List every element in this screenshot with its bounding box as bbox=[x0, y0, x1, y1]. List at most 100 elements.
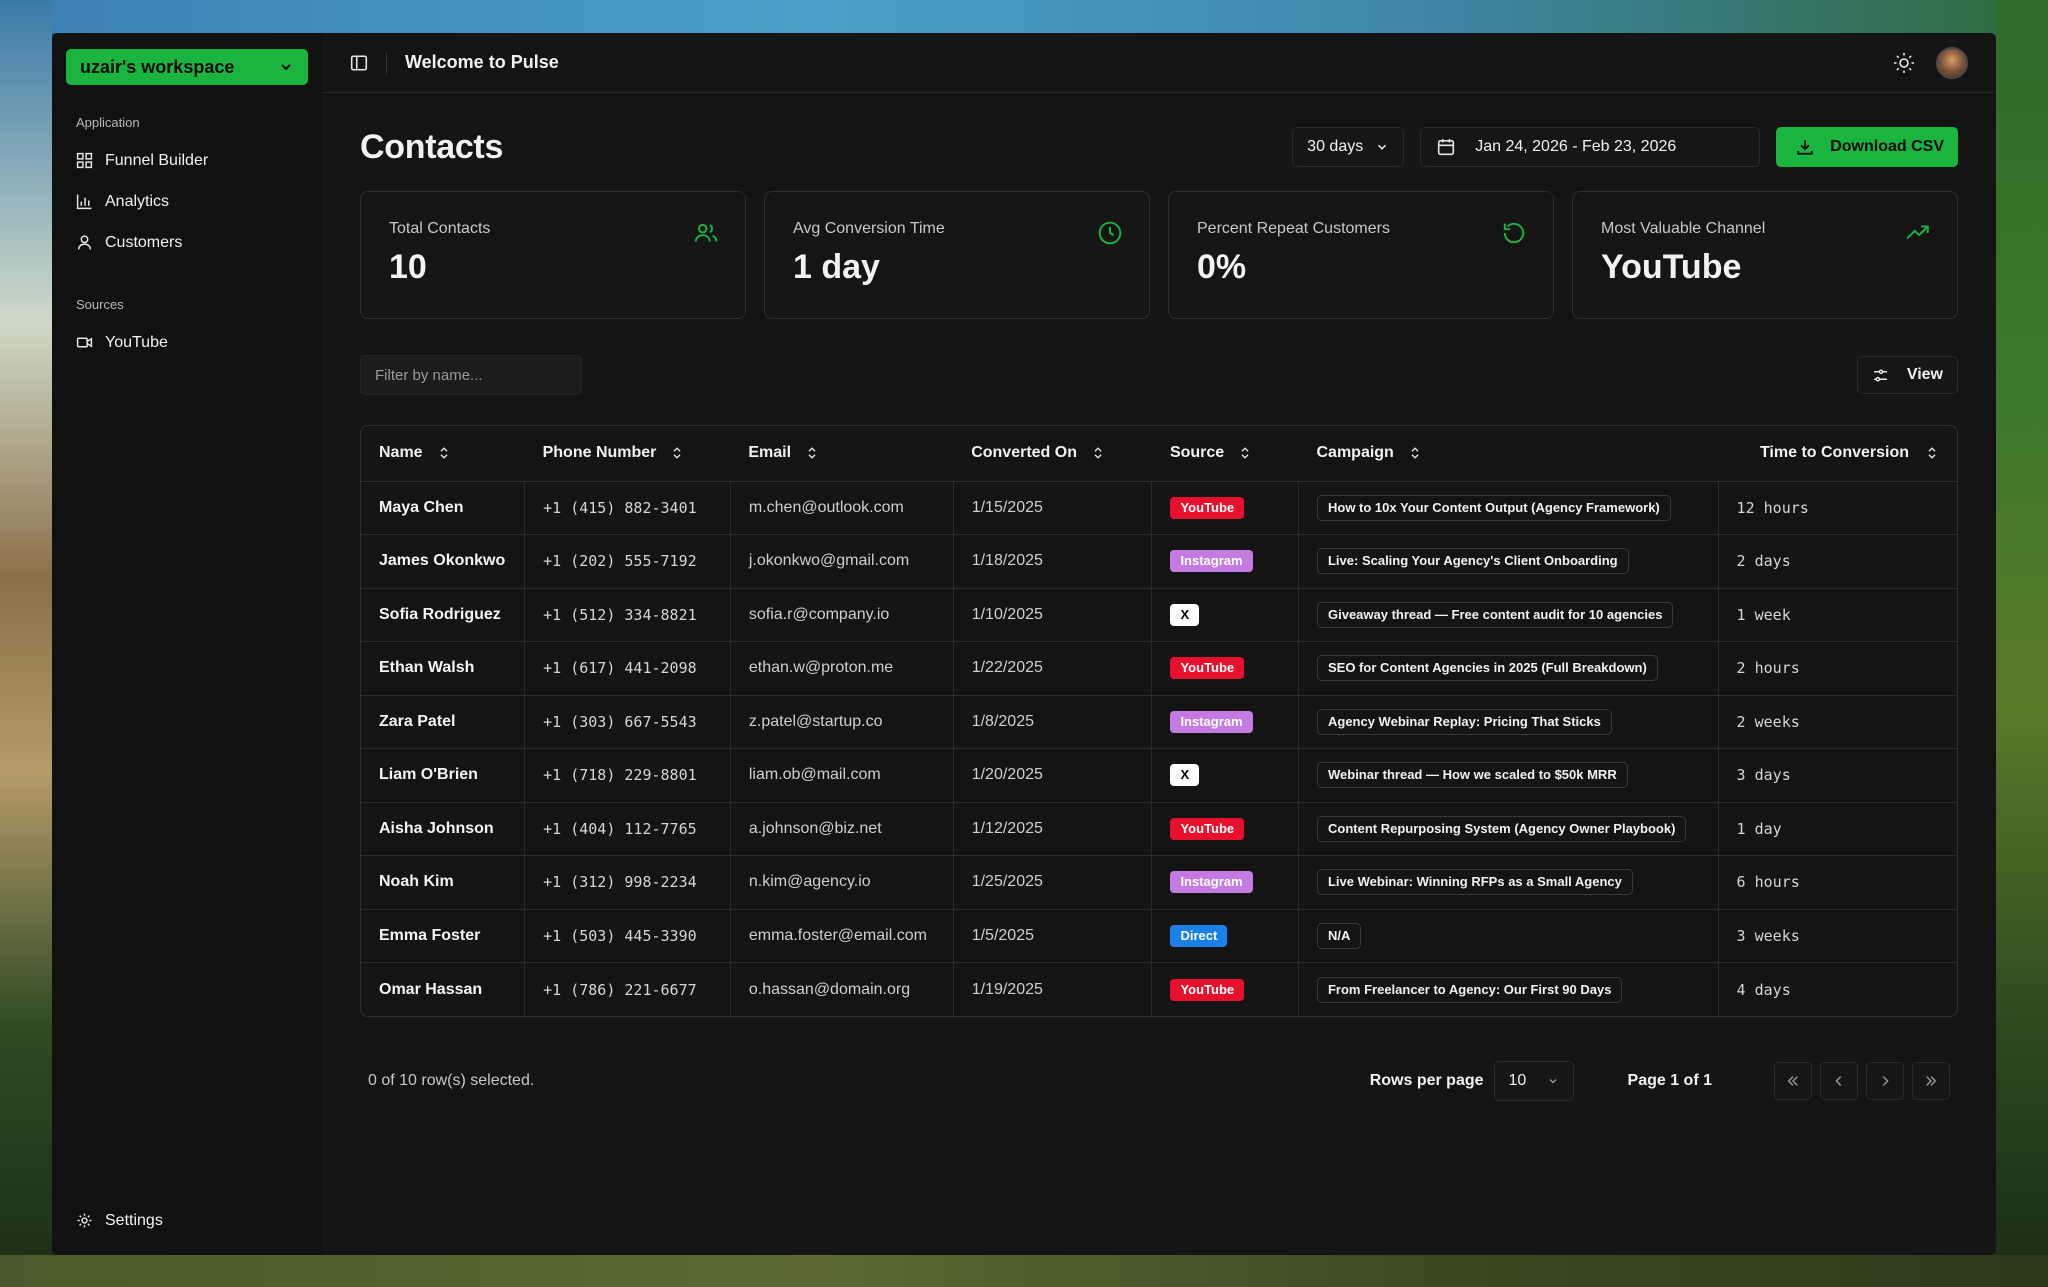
cell-campaign: Live: Scaling Your Agency's Client Onboa… bbox=[1298, 534, 1719, 588]
chevron-down-icon bbox=[281, 64, 291, 71]
sidebar-item-label: Funnel Builder bbox=[105, 151, 209, 169]
chevron-down-icon bbox=[1549, 1079, 1556, 1084]
table-row[interactable]: Liam O'Brien +1 (718) 229-8801 liam.ob@mai… bbox=[361, 748, 1957, 802]
source-badge: Direct bbox=[1170, 924, 1228, 947]
trending-up-icon bbox=[1906, 225, 1929, 240]
campaign-tag: Agency Webinar Replay: Pricing That Stic… bbox=[1316, 708, 1612, 735]
bar-chart-icon bbox=[76, 194, 92, 210]
cell-name: Ethan Walsh bbox=[361, 641, 526, 695]
cell-name: Noah Kim bbox=[361, 855, 526, 909]
cell-campaign: Agency Webinar Replay: Pricing That Stic… bbox=[1298, 694, 1719, 749]
source-badge: YouTube bbox=[1170, 657, 1245, 680]
cell-name: Sofia Rodriguez bbox=[361, 587, 526, 642]
column-header[interactable]: Name bbox=[361, 426, 525, 482]
avatar[interactable] bbox=[1936, 46, 1968, 79]
rows-per-page-select[interactable]: 10 bbox=[1493, 1061, 1574, 1101]
page-indicator: Page 1 of 1 bbox=[1627, 1072, 1712, 1089]
column-header[interactable]: Campaign bbox=[1298, 426, 1719, 482]
table-row[interactable]: Zara Patel +1 (303) 667-5543 z.patel@start… bbox=[361, 694, 1957, 749]
first-page-button[interactable] bbox=[1774, 1062, 1812, 1100]
cell-email: o.hassan@domain.org bbox=[730, 962, 954, 1016]
column-header[interactable]: Phone Number bbox=[524, 426, 731, 482]
campaign-tag: Live: Scaling Your Agency's Client Onboa… bbox=[1316, 548, 1629, 575]
source-badge: Instagram bbox=[1170, 550, 1253, 573]
range-value: 30 days bbox=[1307, 138, 1364, 155]
cell-time-to-conversion: 2 days bbox=[1718, 534, 1957, 588]
download-csv-button[interactable]: Download CSV bbox=[1776, 127, 1958, 167]
video-icon bbox=[76, 337, 93, 348]
campaign-tag: How to 10x Your Content Output (Agency F… bbox=[1316, 494, 1671, 521]
cell-campaign: N/A bbox=[1298, 908, 1719, 963]
cell-campaign: Content Repurposing System (Agency Owner… bbox=[1298, 801, 1719, 856]
column-header[interactable]: Time to Conversion bbox=[1718, 426, 1957, 482]
column-header-label: Campaign bbox=[1316, 444, 1394, 462]
stat-card-total-contacts: Total Contacts 10 bbox=[360, 191, 746, 319]
cell-email: z.patel@startup.co bbox=[730, 694, 954, 749]
chevron-down-icon bbox=[1378, 144, 1387, 150]
cell-converted-on: 1/25/2025 bbox=[953, 855, 1153, 909]
table-row[interactable]: Emma Foster +1 (503) 445-3390 emma.foster@… bbox=[361, 908, 1957, 963]
cell-converted-on: 1/8/2025 bbox=[953, 694, 1153, 749]
cell-time-to-conversion: 1 week bbox=[1718, 587, 1957, 642]
application-group-label: Application bbox=[76, 115, 140, 130]
cell-converted-on: 1/12/2025 bbox=[953, 801, 1153, 856]
table-row[interactable]: James Okonkwo +1 (202) 555-7192 j.okonkwo@… bbox=[361, 534, 1957, 588]
chevron-right-icon bbox=[1882, 1076, 1889, 1086]
table-row[interactable]: Noah Kim +1 (312) 998-2234 n.kim@agency.io… bbox=[361, 855, 1957, 909]
cell-source: X bbox=[1151, 587, 1299, 642]
sun-icon[interactable] bbox=[1892, 51, 1916, 75]
cell-phone: +1 (404) 112-7765 bbox=[524, 801, 731, 856]
table-row[interactable]: Sofia Rodriguez +1 (512) 334-8821 sofia.r@… bbox=[361, 587, 1957, 642]
clock-icon bbox=[1098, 221, 1122, 245]
campaign-tag: Content Repurposing System (Agency Owner… bbox=[1316, 815, 1687, 842]
desktop-wallpaper-bottom bbox=[0, 1255, 2048, 1287]
cell-converted-on: 1/20/2025 bbox=[953, 748, 1153, 802]
range-select[interactable]: 30 days bbox=[1292, 127, 1405, 167]
stat-label: Total Contacts bbox=[389, 220, 491, 237]
source-badge: YouTube bbox=[1170, 978, 1245, 1001]
last-page-button[interactable] bbox=[1912, 1062, 1950, 1100]
cell-source: YouTube bbox=[1151, 641, 1299, 695]
cell-source: Instagram bbox=[1151, 694, 1299, 749]
cell-email: liam.ob@mail.com bbox=[730, 748, 954, 802]
table-row[interactable]: Ethan Walsh +1 (617) 441-2098 ethan.w@prot… bbox=[361, 641, 1957, 695]
filter-by-name-input[interactable] bbox=[360, 355, 582, 395]
cell-campaign: Giveaway thread — Free content audit for… bbox=[1298, 587, 1719, 642]
pagination: Rows per page 10 Page 1 of 1 bbox=[1370, 1061, 1950, 1101]
cell-time-to-conversion: 1 day bbox=[1718, 801, 1957, 856]
view-options-button[interactable]: View bbox=[1856, 356, 1958, 394]
content: Contacts 30 days Jan 24, 2026 - Feb 23, … bbox=[322, 93, 1996, 1101]
sidebar-item-youtube[interactable]: YouTube bbox=[66, 322, 308, 363]
cell-campaign: Live Webinar: Winning RFPs as a Small Ag… bbox=[1298, 855, 1719, 909]
stats-row: Total Contacts 10 Avg Conversion Time 1 … bbox=[360, 191, 1958, 319]
sidebar-toggle-icon[interactable] bbox=[350, 54, 368, 72]
table-row[interactable]: Omar Hassan +1 (786) 221-6677 o.hassan@dom… bbox=[361, 962, 1957, 1016]
column-header[interactable]: Email bbox=[730, 426, 954, 482]
cell-name: Liam O'Brien bbox=[361, 748, 526, 802]
sidebar-item-settings[interactable]: Settings bbox=[66, 1200, 308, 1241]
cell-time-to-conversion: 12 hours bbox=[1736, 498, 1809, 517]
date-range-picker[interactable]: Jan 24, 2026 - Feb 23, 2026 bbox=[1420, 127, 1761, 167]
cell-converted-on: 1/19/2025 bbox=[953, 962, 1153, 1016]
stat-label: Most Valuable Channel bbox=[1601, 220, 1766, 237]
cell-email: a.johnson@biz.net bbox=[730, 801, 954, 856]
column-header-label: Phone Number bbox=[542, 444, 657, 462]
chevron-left-icon bbox=[1835, 1076, 1842, 1086]
cell-time-to-conversion: 6 hours bbox=[1718, 855, 1957, 909]
sidebar-item-customers[interactable]: Customers bbox=[66, 222, 308, 263]
sidebar-item-analytics[interactable]: Analytics bbox=[66, 181, 308, 222]
campaign-tag: Giveaway thread — Free content audit for… bbox=[1316, 601, 1674, 628]
table-row[interactable]: Maya Chen +1 (415) 882-3401 m.chen@outlook… bbox=[361, 481, 1957, 535]
workspace-switcher[interactable]: uzair's workspace bbox=[66, 49, 308, 85]
stat-label: Avg Conversion Time bbox=[793, 220, 945, 237]
cell-converted-on: 1/18/2025 bbox=[953, 534, 1153, 588]
next-page-button[interactable] bbox=[1866, 1062, 1904, 1100]
table-row[interactable]: Aisha Johnson +1 (404) 112-7765 a.johnson@… bbox=[361, 801, 1957, 856]
sliders-icon bbox=[1873, 368, 1887, 382]
column-header[interactable]: Source bbox=[1151, 426, 1299, 482]
column-header[interactable]: Converted On bbox=[953, 426, 1152, 482]
app-title: Welcome to Pulse bbox=[405, 52, 559, 72]
sidebar-item-funnel-builder[interactable]: Funnel Builder bbox=[66, 140, 308, 181]
cell-email: m.chen@outlook.com bbox=[730, 481, 954, 535]
prev-page-button[interactable] bbox=[1820, 1062, 1858, 1100]
